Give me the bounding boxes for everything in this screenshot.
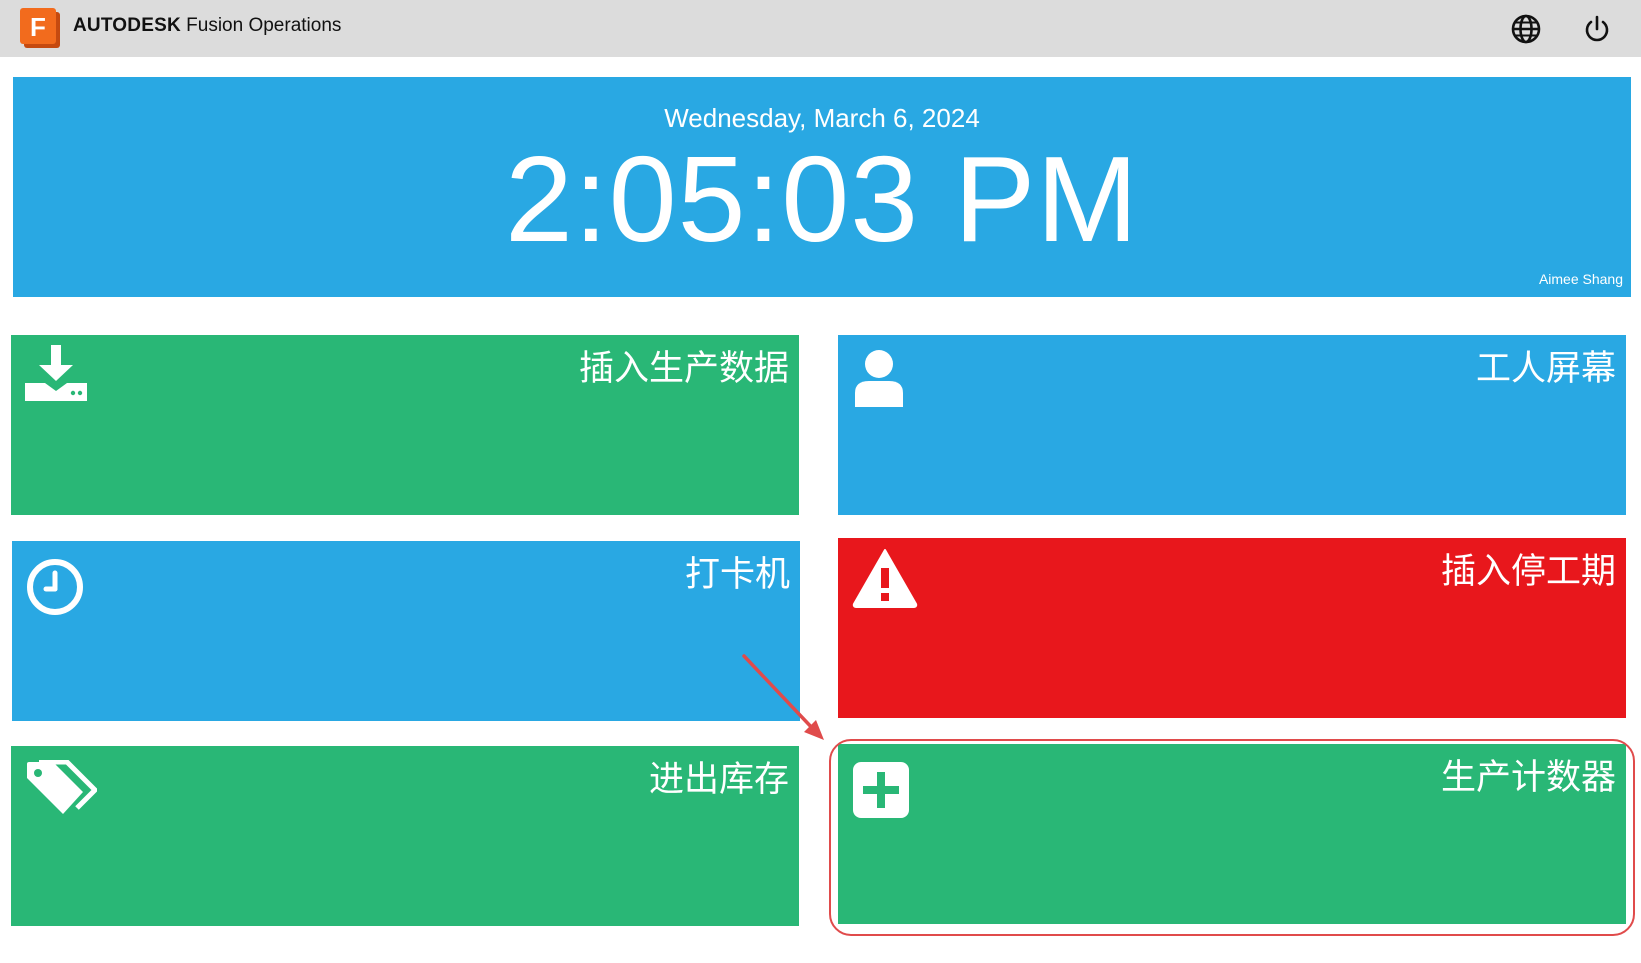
tile-label: 进出库存 [648,760,789,800]
user-name: Aimee Shang [1538,271,1623,287]
tile-insert-downtime[interactable]: 插入停工期 [838,538,1626,718]
fusion-logo-icon: F [20,8,60,48]
tile-time-clock[interactable]: 打卡机 [12,541,800,721]
warning-icon [852,549,918,608]
user-icon [855,350,903,407]
top-bar: F AUTODESK Fusion Operations [0,0,1641,57]
power-icon[interactable] [1580,12,1614,46]
annotation-arrow-icon [742,654,824,740]
download-tray-icon [25,345,87,401]
current-date: Wednesday, March 6, 2024 [664,103,980,133]
globe-icon[interactable] [1509,12,1543,46]
tile-inventory-in-out[interactable]: 进出库存 [11,746,799,926]
current-time: 2:05:03 PM [505,131,1139,267]
tile-label: 工人屏幕 [1475,349,1616,389]
tile-insert-production-data[interactable]: 插入生产数据 [11,335,799,515]
brand-bold: AUTODESK [73,15,181,36]
logo-letter: F [30,12,46,42]
tags-icon [27,760,97,814]
clock-panel: Wednesday, March 6, 2024 2:05:03 PM Aime… [13,77,1631,297]
annotation-highlight-box [829,739,1635,936]
tile-label: 插入停工期 [1440,552,1616,592]
tile-worker-screen[interactable]: 工人屏幕 [838,335,1626,515]
tile-label: 插入生产数据 [578,349,789,389]
tile-label: 打卡机 [684,555,790,595]
clock-icon [27,559,83,615]
app-title: AUTODESK Fusion Operations [73,14,341,38]
brand-product: Fusion Operations [186,15,342,36]
